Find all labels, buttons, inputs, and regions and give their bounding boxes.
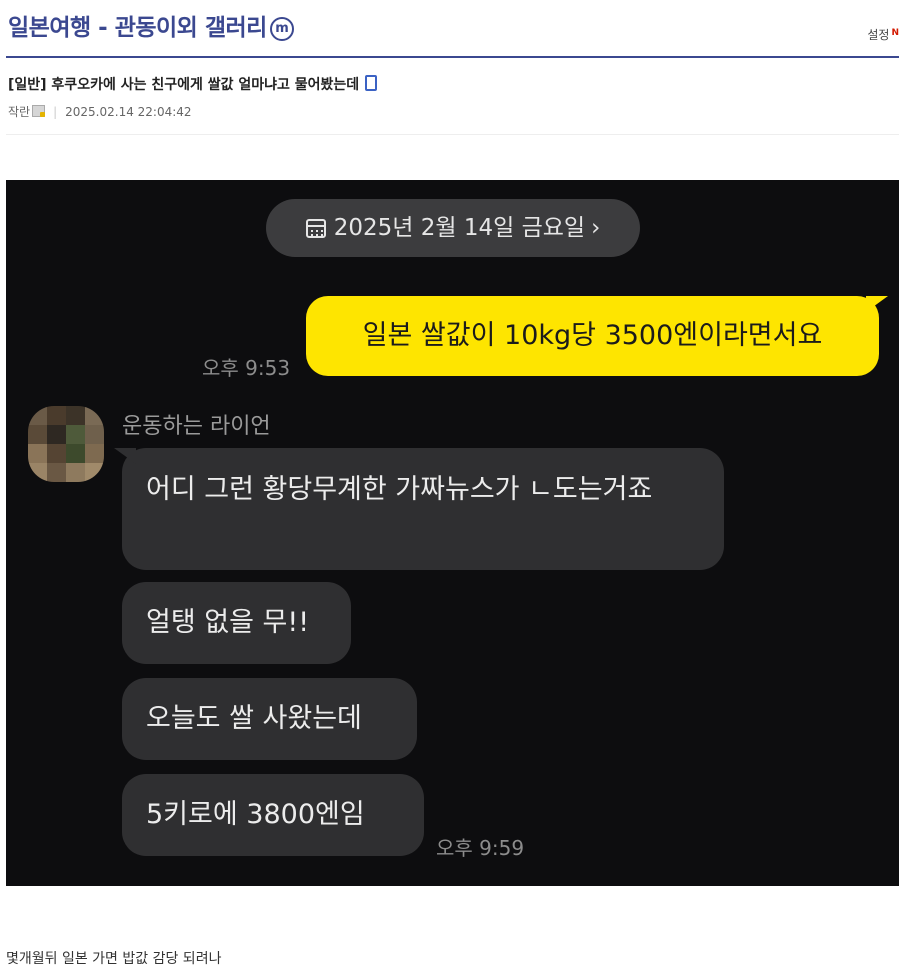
- post-meta: 작란 | 2025.02.14 22:04:42: [8, 103, 192, 120]
- received-message-text: 얼탱 없을 무!!: [146, 607, 310, 638]
- date-chip-text: 2025년 2월 14일 금요일: [333, 215, 586, 241]
- new-badge: N: [891, 28, 899, 38]
- settings-link[interactable]: 설정 N: [867, 26, 899, 43]
- post-date: 2025.02.14 22:04:42: [65, 105, 192, 119]
- settings-label[interactable]: 설정: [867, 28, 889, 42]
- received-time: 오후 9:59: [436, 836, 525, 860]
- post-title-text: [일반] 후쿠오카에 사는 친구에게 쌀값 얼마냐고 물어봤는데: [8, 77, 360, 93]
- post-title: [일반] 후쿠오카에 사는 친구에게 쌀값 얼마냐고 물어봤는데: [8, 74, 378, 94]
- author-nickname[interactable]: 작란: [8, 105, 30, 119]
- sent-message-bubble: 일본 쌀값이 10kg당 3500엔이라면서요: [306, 296, 888, 376]
- minor-gallery-icon: m: [269, 17, 294, 41]
- sent-message-text: 일본 쌀값이 10kg당 3500엔이라면서요: [362, 320, 823, 351]
- calendar-icon: [305, 219, 326, 238]
- received-message-text: 오늘도 쌀 사왔는데: [146, 703, 362, 734]
- received-message-bubble: 얼탱 없을 무!!: [122, 582, 351, 664]
- divider: [6, 134, 899, 135]
- friend-name: 운동하는 라이언: [122, 414, 271, 439]
- chat-screenshot-image: 2025년 2월 14일 금요일 › 오후 9:53 일본 쌀값이 10kg당 3…: [6, 180, 899, 886]
- mobile-icon: [365, 75, 378, 91]
- received-message-text: 어디 그런 황당무계한 가짜뉴스가 ㄴ도는거죠: [146, 474, 653, 505]
- gallery-title[interactable]: 일본여행 - 관동이외 갤러리 m: [8, 8, 294, 42]
- received-message-bubble: 어디 그런 황당무계한 가짜뉴스가 ㄴ도는거죠: [114, 448, 724, 570]
- post-body-text: 몇개월뒤 일본 가면 밥값 감당 되려나: [6, 951, 222, 967]
- friend-avatar: [28, 406, 104, 482]
- received-message-text: 5키로에 3800엔임: [146, 799, 365, 830]
- meta-separator: |: [53, 105, 58, 119]
- user-fixed-nick-icon: [32, 105, 46, 117]
- chevron-right-icon: ›: [591, 215, 601, 241]
- gallery-title-text[interactable]: 일본여행 - 관동이외 갤러리: [8, 15, 267, 41]
- received-message-bubble: 5키로에 3800엔임: [122, 774, 424, 856]
- date-chip: 2025년 2월 14일 금요일 ›: [266, 199, 640, 257]
- received-message-bubble: 오늘도 쌀 사왔는데: [122, 678, 417, 760]
- gallery-header: 일본여행 - 관동이외 갤러리 m 설정 N: [6, 0, 899, 58]
- sent-time: 오후 9:53: [202, 356, 291, 380]
